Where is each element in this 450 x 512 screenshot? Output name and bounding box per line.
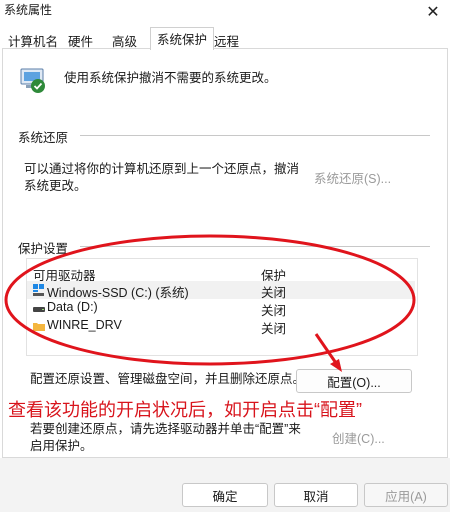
tab-bar: 计算机名 硬件 高级 远程 — [0, 26, 450, 49]
protection-section-label: 保护设置 — [18, 242, 69, 256]
system-restore-button[interactable]: 系统还原(S)... — [314, 168, 391, 187]
intro-text: 使用系统保护撤消不需要的系统更改。 — [64, 71, 277, 85]
window-title: 系统属性 — [4, 3, 53, 17]
create-description-line2: 启用保护。 — [30, 439, 93, 453]
drive-name: Data (D:) — [47, 300, 98, 314]
tab-system-protection[interactable]: 系统保护 — [150, 27, 215, 50]
configure-button[interactable]: 配置(O)... — [296, 369, 412, 393]
drive-name: WINRE_DRV — [47, 318, 122, 332]
create-description-line1: 若要创建还原点，请先选择驱动器并单击“配置”来 — [30, 422, 301, 436]
restore-section-label: 系统还原 — [18, 131, 69, 145]
create-button[interactable]: 创建(C)... — [332, 428, 385, 447]
apply-button[interactable]: 应用(A) — [364, 483, 448, 507]
protection-divider — [80, 246, 430, 247]
annotation-text: 查看该功能的开启状况后，如开启点击“配置” — [8, 400, 362, 420]
drive-row-windows-ssd[interactable]: Windows-SSD (C:) (系统) 关闭 — [27, 281, 415, 300]
restore-description-line2: 系统更改。 — [24, 179, 87, 193]
title-bar: 系统属性 ✕ — [0, 0, 450, 26]
drive-icon — [33, 307, 45, 312]
folder-icon — [33, 323, 45, 331]
drive-protection-status: 关闭 — [261, 322, 287, 336]
restore-divider — [80, 135, 430, 136]
ok-button[interactable]: 确定 — [182, 483, 268, 507]
configure-description: 配置还原设置、管理磁盘空间，并且删除还原点。 — [30, 372, 306, 386]
system-protection-icon — [20, 68, 45, 93]
drive-list: 可用驱动器 保护 Windows-SSD (C:) (系统) 关闭 Data (… — [26, 258, 418, 356]
close-button[interactable]: ✕ — [416, 0, 450, 24]
restore-description-line1: 可以通过将你的计算机还原到上一个还原点，撤消 — [24, 162, 300, 176]
drive-row-data[interactable]: Data (D:) 关闭 — [27, 299, 415, 318]
windows-drive-icon — [33, 284, 44, 296]
cancel-button[interactable]: 取消 — [274, 483, 358, 507]
dialog-footer: 确定 取消 应用(A) — [0, 458, 450, 512]
drive-row-winre[interactable]: WINRE_DRV 关闭 — [27, 317, 415, 336]
